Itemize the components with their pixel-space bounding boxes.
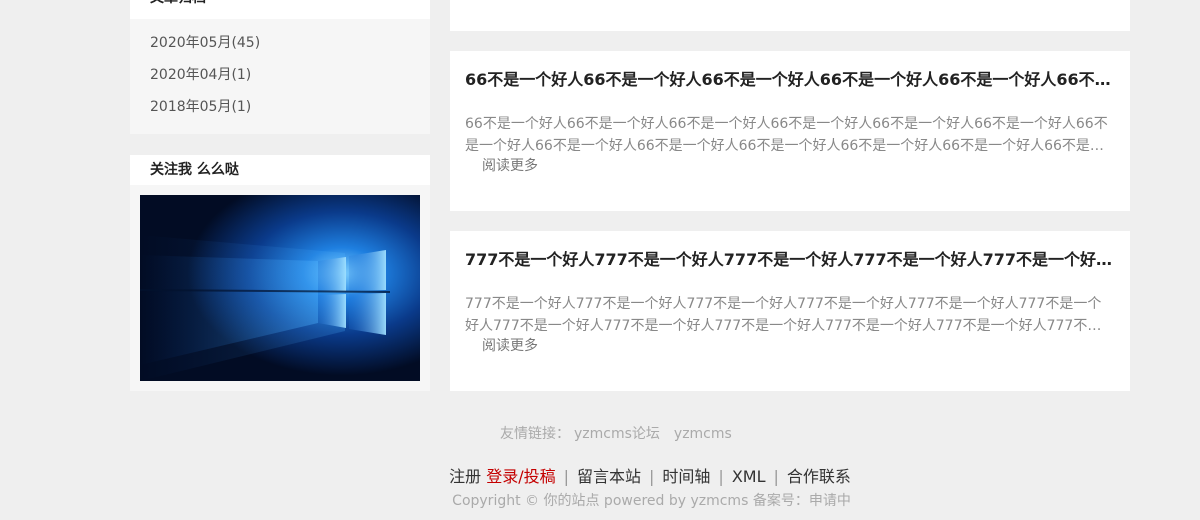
article-card: 777不是一个好人777不是一个好人777不是一个好人777不是一个好人777不… (450, 231, 1130, 391)
friend-links: 友情链接： yzmcms论坛 yzmcms (500, 424, 732, 444)
friend-link[interactable]: yzmcms (674, 426, 732, 442)
archive-item[interactable]: 2020年05月(45) (150, 27, 430, 59)
copyright: Copyright © 你的站点 powered by yzmcms 备案号：申… (452, 493, 851, 509)
article-summary: 66不是一个好人66不是一个好人66不是一个好人66不是一个好人66不是一个好人… (465, 116, 1108, 154)
register-link[interactable]: 注册 (449, 467, 481, 486)
article-title[interactable]: 777不是一个好人777不是一个好人777不是一个好人777不是一个好人777不… (465, 249, 1116, 271)
friend-links-label: 友情链接： (500, 426, 570, 442)
separator: | (649, 467, 655, 486)
footer-nav: 注册 登录/投稿 | 留言本站 | 时间轴 | XML | 合作联系 (0, 466, 1200, 488)
archive-item[interactable]: 2020年04月(1) (150, 59, 430, 91)
archive-item[interactable]: 2018年05月(1) (150, 91, 430, 123)
xml-link[interactable]: XML (732, 467, 766, 486)
page: 文章归档 2020年05月(45) 2020年04月(1) 2018年05月(1… (0, 0, 1200, 520)
article-card: 66不是一个好人66不是一个好人66不是一个好人66不是一个好人66不是一个好人… (450, 51, 1130, 211)
separator: | (718, 467, 724, 486)
article-summary: 777不是一个好人777不是一个好人777不是一个好人777不是一个好人777不… (465, 296, 1102, 334)
article-title[interactable]: 66不是一个好人66不是一个好人66不是一个好人66不是一个好人66不是一个好人… (465, 69, 1116, 91)
login-submit-link[interactable]: 登录/投稿 (486, 467, 555, 486)
contact-link[interactable]: 合作联系 (787, 467, 851, 486)
archive-title: 文章归档 (130, 0, 430, 19)
separator: | (563, 467, 569, 486)
follow-title: 关注我 么么哒 (130, 155, 430, 185)
article-card-partial (450, 0, 1130, 31)
guestbook-link[interactable]: 留言本站 (577, 467, 641, 486)
archive-widget: 文章归档 2020年05月(45) 2020年04月(1) 2018年05月(1… (130, 0, 430, 134)
follow-widget: 关注我 么么哒 (130, 155, 430, 391)
read-more-link[interactable]: 阅读更多 (482, 335, 538, 357)
read-more-link[interactable]: 阅读更多 (482, 155, 538, 177)
separator: | (773, 467, 779, 486)
friend-link[interactable]: yzmcms论坛 (574, 426, 660, 442)
timeline-link[interactable]: 时间轴 (662, 467, 710, 486)
archive-list: 2020年05月(45) 2020年04月(1) 2018年05月(1) (130, 19, 430, 123)
wallpaper-image (140, 195, 420, 381)
